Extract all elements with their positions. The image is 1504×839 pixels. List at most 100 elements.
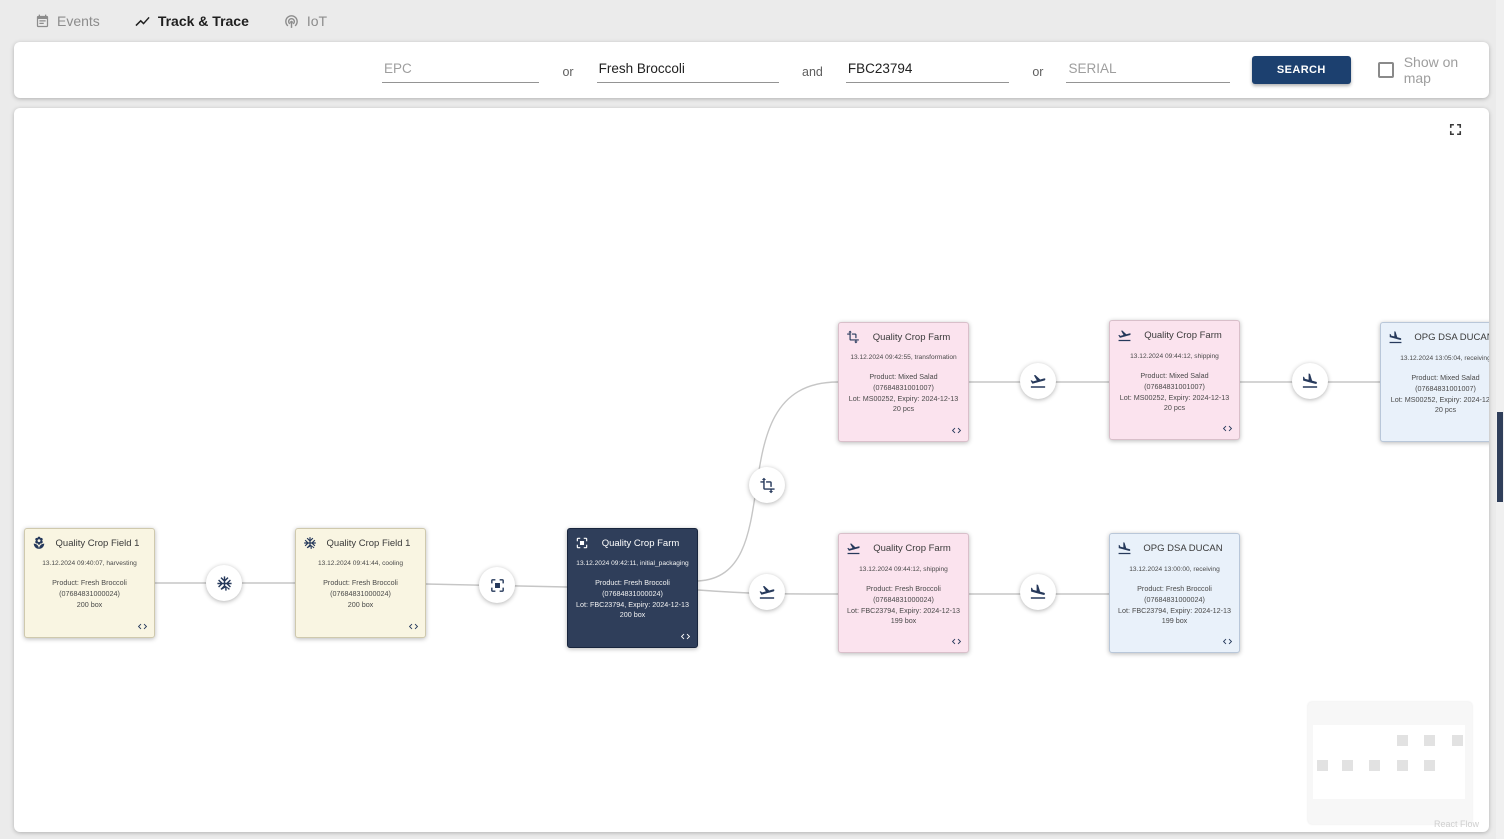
node-product: Product: Fresh Broccoli — [842, 584, 965, 595]
node-gtin: (07684831000024) — [299, 589, 422, 600]
node-product: Product: Fresh Broccoli — [299, 578, 422, 589]
minimap-node — [1369, 760, 1380, 771]
node-gtin: (07684831000024) — [571, 589, 694, 600]
node-title: OPG DSA DUCAN — [1411, 332, 1489, 343]
node-gtin: (07684831001007) — [1384, 384, 1489, 395]
epc-input[interactable] — [382, 57, 539, 82]
minimap-node — [1397, 760, 1408, 771]
node-event: 13.12.2024 13:00:00, receiving — [1113, 566, 1236, 573]
node-gtin: (07684831000024) — [28, 589, 151, 600]
connector-and: and — [802, 61, 823, 79]
edge-event-transformation[interactable] — [749, 467, 785, 503]
code-icon — [408, 621, 419, 632]
flight-land-icon — [1029, 583, 1047, 601]
tab-events[interactable]: Events — [35, 13, 100, 29]
flow-node-shipping-broccoli[interactable]: Quality Crop Farm 13.12.2024 09:44:12, s… — [838, 533, 969, 653]
node-title: Quality Crop Field 1 — [54, 538, 147, 549]
flight-takeoff-icon — [1029, 372, 1047, 390]
node-product: Product: Mixed Salad — [1384, 373, 1489, 384]
tab-events-label: Events — [57, 13, 100, 29]
node-event: 13.12.2024 09:44:12, shipping — [1113, 353, 1236, 360]
edge-event-receiving-broccoli[interactable] — [1020, 574, 1056, 610]
transform-icon — [846, 330, 860, 344]
minimap-node — [1424, 735, 1435, 746]
edge-event-receiving-salad[interactable] — [1292, 363, 1328, 399]
edge-event-shipping-broccoli[interactable] — [749, 574, 785, 610]
lot-field — [846, 57, 1009, 83]
node-details-button[interactable] — [137, 621, 148, 632]
epc-field — [382, 57, 539, 83]
flow-node-transformation[interactable]: Quality Crop Farm 13.12.2024 09:42:55, t… — [838, 322, 969, 442]
node-title: Quality Crop Farm — [1140, 330, 1232, 341]
node-qty: 200 box — [28, 600, 151, 611]
minimap-node — [1452, 735, 1463, 746]
flow-node-receiving-salad[interactable]: OPG DSA DUCAN 13.12.2024 13:05:04, recei… — [1380, 322, 1489, 442]
node-lot: Lot: MS00252, Expiry: 2024-12-13 — [1384, 395, 1489, 406]
node-details-button[interactable] — [1222, 636, 1233, 647]
product-input[interactable] — [597, 57, 779, 82]
node-qty: 200 box — [571, 610, 694, 621]
node-lot: Lot: MS00252, Expiry: 2024-12-13 — [1113, 393, 1236, 404]
code-icon — [680, 631, 691, 642]
node-title: Quality Crop Farm — [597, 538, 690, 549]
minimap-node — [1317, 760, 1328, 771]
tab-track-and-trace[interactable]: Track & Trace — [134, 13, 249, 30]
code-icon — [137, 621, 148, 632]
plant-icon — [32, 536, 46, 550]
fullscreen-button[interactable] — [1446, 120, 1465, 139]
flow-minimap[interactable] — [1308, 702, 1472, 824]
scrollbar-thumb[interactable] — [1497, 412, 1503, 502]
node-event: 13.12.2024 09:42:55, transformation — [842, 354, 965, 361]
flow-node-shipping-salad[interactable]: Quality Crop Farm 13.12.2024 09:44:12, s… — [1109, 320, 1240, 440]
node-product: Product: Fresh Broccoli — [1113, 584, 1236, 595]
packaging-icon — [575, 536, 589, 550]
serial-field — [1066, 57, 1229, 83]
tab-track-and-trace-label: Track & Trace — [158, 13, 249, 29]
flow-node-harvesting[interactable]: Quality Crop Field 1 13.12.2024 09:40:07… — [24, 528, 155, 638]
packaging-icon — [489, 577, 506, 594]
minimap-viewport — [1313, 725, 1465, 799]
node-details-button[interactable] — [680, 631, 691, 642]
node-event: 13.12.2024 09:42:11, initial_packaging — [571, 560, 694, 567]
node-gtin: (07684831001007) — [842, 383, 965, 394]
node-details-button[interactable] — [951, 636, 962, 647]
flow-node-cooling[interactable]: Quality Crop Field 1 13.12.2024 09:41:44… — [295, 528, 426, 638]
tab-iot[interactable]: IoT — [283, 13, 327, 30]
node-qty: 199 box — [1113, 616, 1236, 627]
edge-event-shipping-salad[interactable] — [1020, 363, 1056, 399]
flight-land-icon — [1301, 372, 1319, 390]
node-event: 13.12.2024 09:44:12, shipping — [842, 566, 965, 573]
show-on-map-checkbox[interactable] — [1378, 62, 1394, 78]
flow-canvas[interactable]: Quality Crop Field 1 13.12.2024 09:40:07… — [14, 108, 1489, 832]
node-event: 13.12.2024 09:40:07, harvesting — [28, 560, 151, 567]
calendar-icon — [35, 14, 50, 29]
top-navigation: Events Track & Trace IoT — [0, 0, 1504, 42]
search-bar: or and or SEARCH Show on map — [14, 42, 1489, 98]
minimap-node — [1342, 760, 1353, 771]
node-qty: 200 box — [299, 600, 422, 611]
broadcast-icon — [283, 13, 300, 30]
search-button[interactable]: SEARCH — [1252, 56, 1351, 84]
flow-node-receiving-broccoli[interactable]: OPG DSA DUCAN 13.12.2024 13:00:00, recei… — [1109, 533, 1240, 653]
flight-takeoff-icon — [758, 583, 776, 601]
snowflake-icon — [303, 536, 317, 550]
node-qty: 20 pcs — [842, 404, 965, 415]
flow-node-initial-packaging[interactable]: Quality Crop Farm 13.12.2024 09:42:11, i… — [567, 528, 698, 648]
node-details-button[interactable] — [951, 425, 962, 436]
edge-event-packaging[interactable] — [479, 567, 515, 603]
chart-line-icon — [134, 13, 151, 30]
code-icon — [951, 425, 962, 436]
node-title: OPG DSA DUCAN — [1140, 543, 1232, 554]
lot-input[interactable] — [846, 57, 1009, 82]
node-details-button[interactable] — [408, 621, 419, 632]
minimap-node — [1424, 760, 1435, 771]
node-details-button[interactable] — [1222, 423, 1233, 434]
flow-edges — [14, 108, 1489, 832]
page-scrollbar[interactable] — [1496, 0, 1504, 839]
node-event: 13.12.2024 09:41:44, cooling — [299, 560, 422, 567]
product-field — [597, 57, 779, 83]
serial-input[interactable] — [1066, 57, 1229, 82]
node-product: Product: Fresh Broccoli — [571, 578, 694, 589]
node-gtin: (07684831000024) — [1113, 595, 1236, 606]
edge-event-cooling[interactable] — [206, 565, 242, 601]
